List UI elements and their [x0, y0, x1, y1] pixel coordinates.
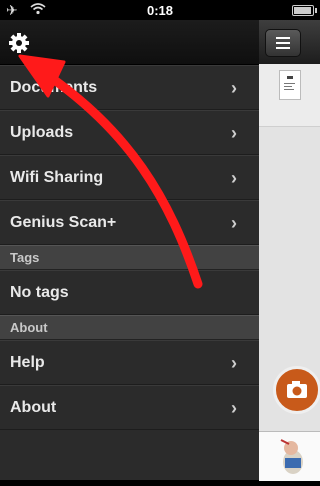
sidebar-item-no-tags: No tags [0, 270, 259, 315]
sidebar-item-about[interactable]: About › [0, 385, 259, 430]
sidebar-item-help[interactable]: Help › [0, 340, 259, 385]
camera-button[interactable] [273, 366, 320, 414]
status-bar: ✈ 0:18 [0, 0, 320, 20]
sidebar-toolbar [0, 20, 259, 65]
sidebar-item-label: Documents [10, 79, 98, 96]
document-thumbnail [279, 70, 301, 100]
battery-level [294, 7, 311, 14]
sidebar-item-label: About [10, 399, 57, 416]
sidebar-item-genius-scan-plus[interactable]: Genius Scan+ › [0, 200, 259, 245]
section-header-about: About [0, 315, 259, 340]
battery-icon [292, 5, 317, 16]
sidebar-menu: Documents › Uploads › Wifi Sharing › Gen… [0, 20, 259, 480]
sidebar-item-label: Help [10, 354, 45, 371]
sidebar-item-wifi-sharing[interactable]: Wifi Sharing › [0, 155, 259, 200]
main-toolbar [259, 20, 320, 64]
hamburger-icon[interactable] [265, 29, 301, 57]
gear-icon[interactable] [6, 30, 32, 56]
chevron-right-icon: › [231, 168, 237, 188]
chevron-right-icon: › [231, 123, 237, 143]
ad-image [280, 439, 303, 474]
camera-icon [287, 381, 307, 398]
sidebar-item-documents[interactable]: Documents › [0, 65, 259, 110]
status-time: 0:18 [146, 3, 174, 18]
section-header-label: About [10, 320, 48, 335]
document-row[interactable] [259, 64, 320, 127]
sidebar-item-uploads[interactable]: Uploads › [0, 110, 259, 155]
sidebar-item-label: Genius Scan+ [10, 214, 117, 231]
sidebar-item-label: Wifi Sharing [10, 169, 104, 186]
chevron-right-icon: › [231, 398, 237, 418]
section-header-tags: Tags [0, 245, 259, 270]
chevron-right-icon: › [231, 213, 237, 233]
sidebar-item-label: No tags [10, 284, 69, 301]
sidebar-item-label: Uploads [10, 124, 74, 141]
section-header-label: Tags [10, 250, 40, 265]
main-content-peek[interactable] [259, 20, 320, 481]
chevron-right-icon: › [231, 353, 237, 373]
ad-banner[interactable] [259, 431, 320, 481]
chevron-right-icon: › [231, 78, 237, 98]
